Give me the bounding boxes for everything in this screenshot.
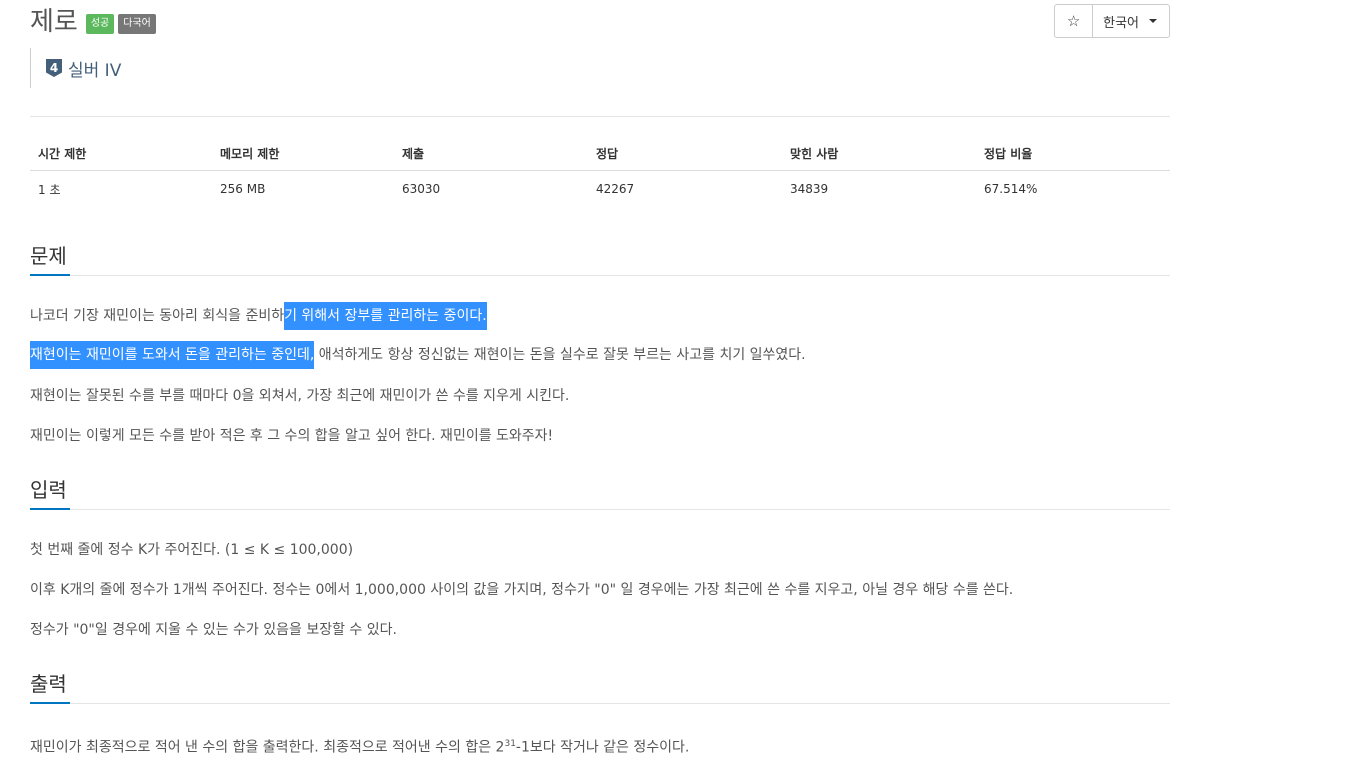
stats-ratio: 67.514% xyxy=(984,182,1038,196)
stats-header-correct: 정답 xyxy=(588,136,782,171)
input-paragraph-2: 이후 K개의 줄에 정수가 1개씩 주어진다. 정수는 0에서 1,000,00… xyxy=(30,582,1014,598)
stats-header-ratio: 정답 비율 xyxy=(976,136,1170,171)
stats-header-submit: 제출 xyxy=(394,136,588,171)
divider xyxy=(30,116,1170,117)
stats-time: 1 초 xyxy=(38,182,61,197)
language-select[interactable]: 한국어 xyxy=(1093,5,1169,37)
input-paragraph-1: 첫 번째 줄에 정수 K가 주어진다. (1 ≤ K ≤ 100,000) xyxy=(30,542,354,558)
text-plain: -1보다 작거나 같은 정수이다. xyxy=(515,739,690,756)
problem-paragraph-4: 재민이는 이렇게 모든 수를 받아 적은 후 그 수의 합을 알고 싶어 한다.… xyxy=(30,428,554,444)
problem-heading: 문제 xyxy=(30,244,67,268)
problem-stats-table: 시간 제한 메모리 제한 제출 정답 맞힌 사람 정답 비율 1 초 256 M… xyxy=(30,136,1170,207)
input-paragraph-3: 정수가 "0"일 경우에 지울 수 있는 수가 있음을 보장할 수 있다. xyxy=(30,622,397,638)
status-badge-multilang: 다국어 xyxy=(118,14,156,34)
text-selection: 재현이는 재민이를 도와서 돈을 관리하는 중인데, xyxy=(30,341,315,369)
stats-header-row: 시간 제한 메모리 제한 제출 정답 맞힌 사람 정답 비율 xyxy=(30,136,1170,171)
heading-underline xyxy=(30,508,70,510)
text-plain: 나코더 기장 재민이는 동아리 회식을 준비하 xyxy=(30,308,285,324)
text-plain: 애석하게도 항상 정신없는 재현이는 돈을 실수로 잘못 부르는 사고를 치기 … xyxy=(314,347,806,363)
stats-header-time: 시간 제한 xyxy=(30,136,212,171)
heading-underline xyxy=(30,274,70,276)
stats-header-solved: 맞힌 사람 xyxy=(782,136,976,171)
tier-box: 4 실버 IV xyxy=(30,48,121,88)
caret-down-icon xyxy=(1149,19,1157,23)
stats-memory: 256 MB xyxy=(220,182,266,196)
problem-paragraph-1: 나코더 기장 재민이는 동아리 회식을 준비하기 위해서 장부를 관리하는 중이… xyxy=(30,302,487,330)
stats-submit[interactable]: 63030 xyxy=(394,171,588,208)
problem-paragraph-3: 재현이는 잘못된 수를 부를 때마다 0을 외쳐서, 가장 최근에 재민이가 쓴… xyxy=(30,388,570,404)
divider xyxy=(30,703,1170,704)
divider xyxy=(30,275,1170,276)
tier-label[interactable]: 실버 IV xyxy=(68,56,121,81)
tier-icon: 4 xyxy=(46,59,62,77)
stats-header-memory: 메모리 제한 xyxy=(212,136,394,171)
stats-solved[interactable]: 34839 xyxy=(782,171,976,208)
title-row: 제로 성공 다국어 xyxy=(30,4,156,40)
text-plain: 재민이가 최종적으로 적어 낸 수의 합을 출력한다. 최종적으로 적어낸 수의… xyxy=(30,739,505,756)
problem-paragraph-2: 재현이는 재민이를 도와서 돈을 관리하는 중인데, 애석하게도 항상 정신없는… xyxy=(30,341,806,369)
status-badge-success: 성공 xyxy=(85,14,115,34)
star-icon[interactable]: ☆ xyxy=(1055,5,1094,37)
exponent: 31 xyxy=(504,739,516,749)
input-heading: 입력 xyxy=(30,478,67,502)
output-paragraph-1: 재민이가 최종적으로 적어 낸 수의 합을 출력한다. 최종적으로 적어낸 수의… xyxy=(30,734,689,758)
text-selection: 기 위해서 장부를 관리하는 중이다. xyxy=(284,302,487,330)
stats-correct[interactable]: 42267 xyxy=(588,171,782,208)
output-heading: 출력 xyxy=(30,672,67,696)
page-title: 제로 xyxy=(30,7,78,37)
problem-toolbar: ☆ 한국어 xyxy=(1054,4,1170,38)
language-select-label: 한국어 xyxy=(1103,15,1139,31)
stats-value-row: 1 초 256 MB 63030 42267 34839 67.514% xyxy=(30,171,1170,208)
heading-underline xyxy=(30,702,70,704)
divider xyxy=(30,509,1170,510)
